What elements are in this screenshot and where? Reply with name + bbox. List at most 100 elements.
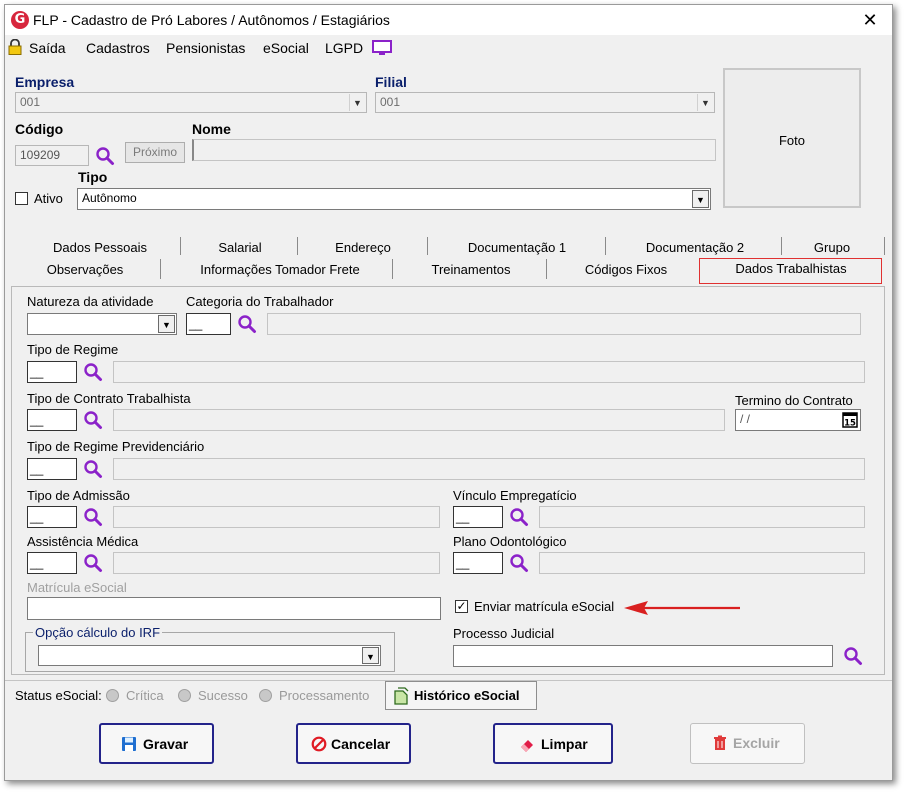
assistencia-description: [113, 552, 440, 574]
radio-critica-label: Crítica: [126, 688, 164, 703]
tipo-value: Autônomo: [82, 191, 137, 205]
close-button[interactable]: ✕: [853, 7, 887, 33]
categoria-code-input[interactable]: __: [186, 313, 231, 335]
menu-saida[interactable]: Saída: [29, 40, 66, 56]
plano-label: Plano Odontológico: [453, 534, 567, 549]
filial-label: Filial: [375, 74, 407, 90]
filial-value: 001: [380, 95, 401, 109]
document-icon: [394, 687, 409, 705]
tab-dados-pessoais[interactable]: Dados Pessoais: [25, 240, 175, 255]
vinculo-description: [539, 506, 865, 528]
plano-code-input[interactable]: __: [453, 552, 503, 574]
radio-processamento[interactable]: [259, 689, 272, 702]
search-icon[interactable]: [237, 314, 257, 334]
foto-label: Foto: [778, 133, 805, 148]
limpar-button[interactable]: Limpar: [493, 723, 613, 764]
tab-grupo[interactable]: Grupo: [787, 240, 877, 255]
vinculo-code-input[interactable]: __: [453, 506, 503, 528]
status-esocial-label: Status eSocial:: [15, 688, 102, 703]
menu-pensionistas[interactable]: Pensionistas: [166, 40, 245, 56]
active-tab-highlight: [699, 258, 882, 284]
enviar-matricula-checkbox[interactable]: ✓: [455, 600, 468, 613]
radio-sucesso[interactable]: [178, 689, 191, 702]
eraser-icon: [521, 740, 533, 752]
empresa-value: 001: [20, 95, 41, 109]
processo-input[interactable]: [453, 645, 833, 667]
opcao-irf-label: Opção cálculo do IRF: [33, 625, 163, 640]
limpar-label: Limpar: [541, 736, 588, 752]
search-icon[interactable]: [509, 507, 529, 527]
natureza-select[interactable]: ▼: [27, 313, 177, 335]
tab-treinamentos[interactable]: Treinamentos: [397, 262, 545, 277]
opcao-irf-dropdown-icon[interactable]: ▼: [362, 647, 379, 664]
menu-esocial[interactable]: eSocial: [263, 40, 309, 56]
matricula-input[interactable]: [27, 597, 441, 620]
excluir-button[interactable]: Excluir: [690, 723, 805, 764]
ativo-checkbox[interactable]: [15, 192, 28, 205]
gravar-label: Gravar: [143, 736, 189, 752]
search-icon[interactable]: [83, 553, 103, 573]
regime-prev-label: Tipo de Regime Previdenciário: [27, 439, 205, 454]
tab-observacoes[interactable]: Observações: [15, 262, 155, 277]
ativo-label: Ativo: [34, 191, 63, 206]
tab-documentacao-1[interactable]: Documentação 1: [432, 240, 602, 255]
calendar-icon[interactable]: 15: [842, 412, 858, 428]
opcao-irf-select[interactable]: ▼: [38, 645, 381, 666]
tab-separator: [546, 259, 547, 279]
tipo-dropdown-icon[interactable]: ▼: [692, 190, 709, 208]
search-icon[interactable]: [509, 553, 529, 573]
tipo-admissao-label: Tipo de Admissão: [27, 488, 130, 503]
tipo-regime-code-input[interactable]: __: [27, 361, 77, 383]
proximo-button[interactable]: Próximo: [125, 142, 185, 163]
empresa-select[interactable]: 001 ▼: [15, 92, 367, 113]
search-icon[interactable]: [83, 507, 103, 527]
gravar-button[interactable]: Gravar: [99, 723, 214, 764]
tipo-contrato-label: Tipo de Contrato Trabalhista: [27, 391, 191, 406]
historico-esocial-button[interactable]: Histórico eSocial: [385, 681, 537, 710]
menu-lgpd[interactable]: LGPD: [325, 40, 363, 56]
search-icon[interactable]: [95, 146, 115, 166]
matricula-label: Matrícula eSocial: [27, 580, 127, 595]
search-icon[interactable]: [843, 646, 863, 666]
screen-icon[interactable]: [372, 40, 392, 56]
search-icon[interactable]: [83, 410, 103, 430]
assistencia-code-input[interactable]: __: [27, 552, 77, 574]
natureza-dropdown-icon[interactable]: ▼: [158, 315, 175, 333]
radio-sucesso-label: Sucesso: [198, 688, 248, 703]
nome-input[interactable]: [192, 139, 716, 161]
tipo-contrato-description: [113, 409, 725, 431]
filial-dropdown-icon[interactable]: ▼: [697, 94, 713, 111]
lock-icon: [8, 39, 22, 55]
tipo-admissao-code-input[interactable]: __: [27, 506, 77, 528]
main-window: G FLP - Cadastro de Pró Labores / Autôno…: [4, 4, 893, 781]
trash-icon: [714, 735, 726, 750]
tipo-contrato-code-input[interactable]: __: [27, 409, 77, 431]
cancelar-button[interactable]: Cancelar: [296, 723, 411, 764]
tipo-select[interactable]: Autônomo ▼: [77, 188, 711, 210]
tab-informacoes-tomador-frete[interactable]: Informações Tomador Frete: [165, 262, 395, 277]
tab-endereco[interactable]: Endereço: [302, 240, 424, 255]
photo-box[interactable]: Foto: [723, 68, 861, 208]
radio-critica[interactable]: [106, 689, 119, 702]
tab-separator: [180, 237, 181, 255]
codigo-input[interactable]: 109209: [15, 145, 89, 166]
vinculo-label: Vínculo Empregatício: [453, 488, 577, 503]
tab-salarial[interactable]: Salarial: [185, 240, 295, 255]
tipo-label: Tipo: [78, 169, 108, 185]
red-arrow: [624, 601, 740, 615]
termino-date-input[interactable]: / / 15: [735, 409, 861, 431]
tab-codigos-fixos[interactable]: Códigos Fixos: [551, 262, 701, 277]
menu-cadastros[interactable]: Cadastros: [86, 40, 150, 56]
svg-text:15: 15: [844, 419, 856, 429]
regime-prev-code-input[interactable]: __: [27, 458, 77, 480]
empresa-dropdown-icon[interactable]: ▼: [349, 94, 365, 111]
search-icon[interactable]: [83, 459, 103, 479]
tipo-admissao-description: [113, 506, 440, 528]
categoria-description: [267, 313, 861, 335]
app-logo-icon: G: [11, 11, 29, 29]
search-icon[interactable]: [83, 362, 103, 382]
tab-documentacao-2[interactable]: Documentação 2: [610, 240, 780, 255]
tab-separator: [427, 237, 428, 255]
filial-select[interactable]: 001 ▼: [375, 92, 715, 113]
tipo-regime-description: [113, 361, 865, 383]
